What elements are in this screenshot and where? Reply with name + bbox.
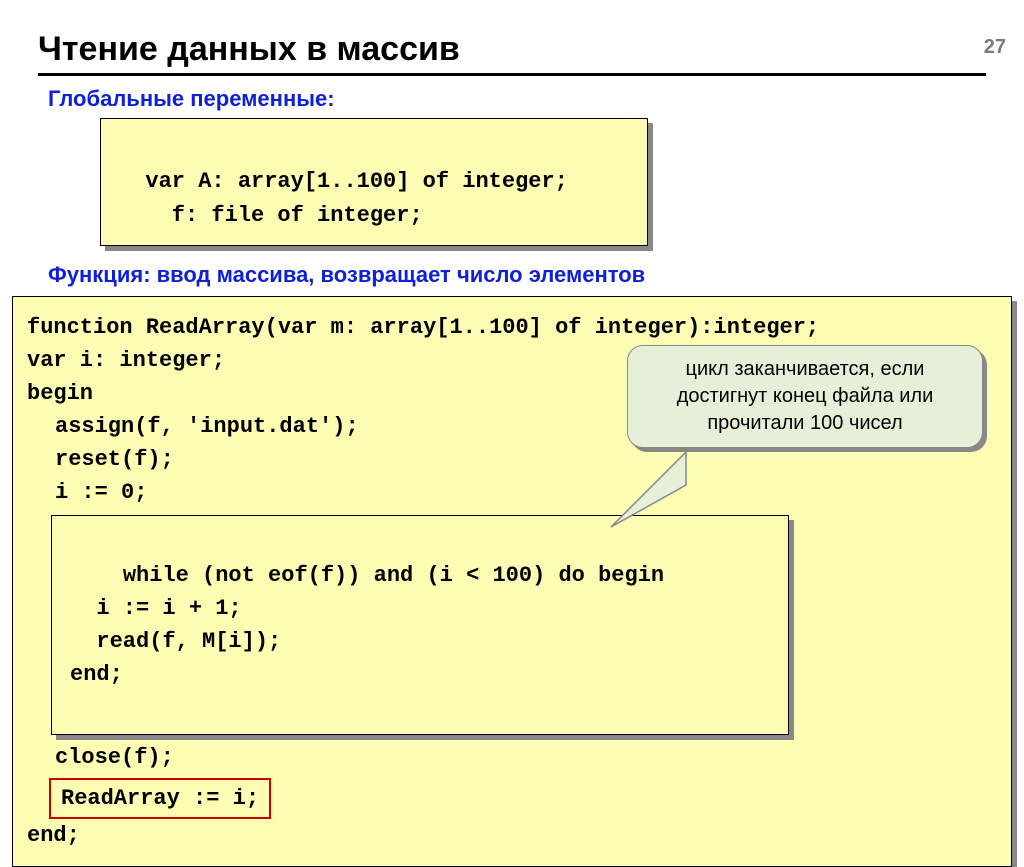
- subhead-globals: Глобальные переменные:: [48, 86, 1024, 112]
- loop-code-box: while (not eof(f)) and (i < 100) do begi…: [51, 515, 789, 735]
- slide-title: Чтение данных в массив: [38, 30, 986, 76]
- return-highlight: ReadArray := i;: [49, 778, 271, 819]
- code-line-6: i := 0;: [27, 476, 997, 509]
- function-code-box: function ReadArray(var m: array[1..100] …: [12, 296, 1012, 867]
- loop-code: while (not eof(f)) and (i < 100) do begi…: [70, 563, 664, 687]
- code-line-5: reset(f);: [27, 443, 997, 476]
- callout-tail-icon: [571, 447, 691, 537]
- callout-box: цикл заканчивается, если достигнут конец…: [627, 345, 983, 448]
- subhead-function: Функция: ввод массива, возвращает число …: [48, 262, 1024, 288]
- code-line-9: end;: [27, 819, 997, 852]
- return-highlight-wrapper: ReadArray := i;: [27, 774, 997, 819]
- code-line-7: close(f);: [27, 741, 997, 774]
- page-number: 27: [984, 36, 1006, 59]
- globals-code: var A: array[1..100] of integer; f: file…: [119, 169, 568, 228]
- code-line-1: function ReadArray(var m: array[1..100] …: [27, 311, 997, 344]
- globals-code-box: var A: array[1..100] of integer; f: file…: [100, 118, 648, 246]
- callout-text: цикл заканчивается, если достигнут конец…: [677, 358, 934, 434]
